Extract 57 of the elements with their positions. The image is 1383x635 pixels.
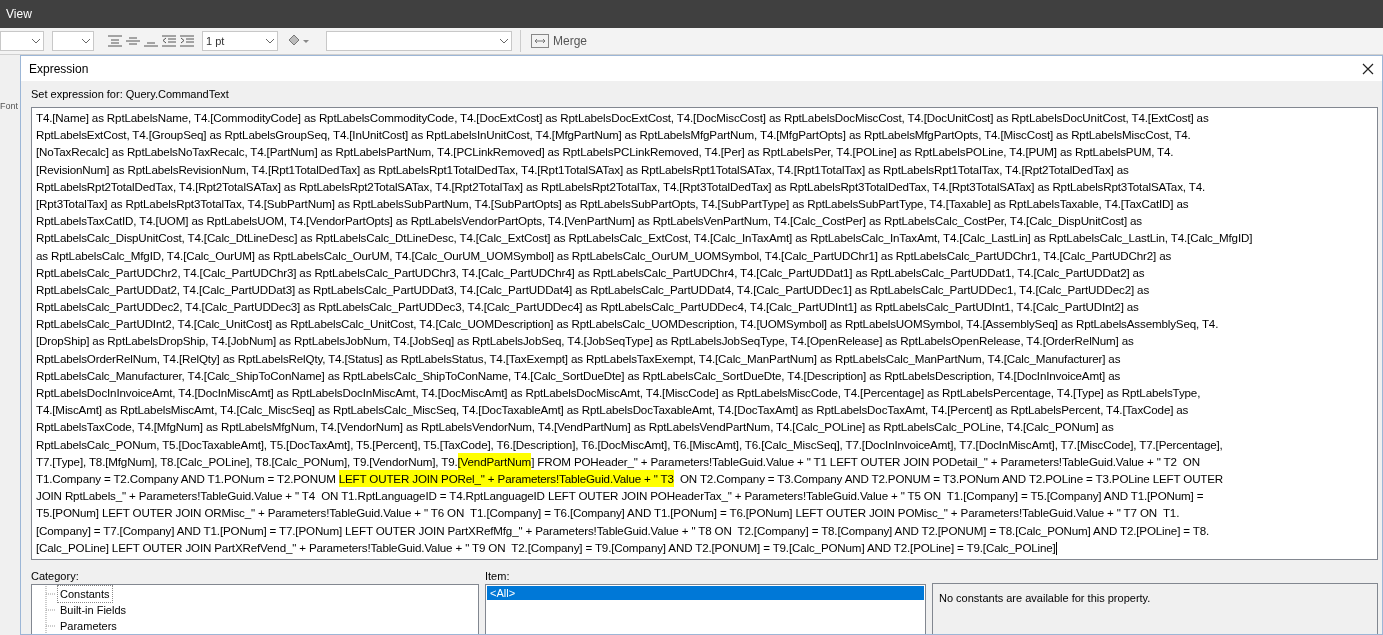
tree-connector-icon bbox=[44, 586, 58, 602]
expression-line: JOIN RptLabels_" + Parameters!TableGuid.Value + " T4 ON T1.RptLanguageID = T4.RptLanguageID LEFT OUTER JOIN POHeaderTax_" + Parameters!TableGuid.Value + " T5 ON T1.[Company] = T5.[Company] AND T1.[PONum] = bbox=[36, 488, 1205, 505]
expression-line: RptLabelsRpt2TotalDedTax, T4.[Rpt2TotalSATax] as RptLabelsRpt2TotalSATax, T4.[Rpt2TotalTax] as RptLabelsRpt2TotalTax, T4.[Rpt3TotalDedTax] as RptLabelsRpt3TotalDedTax, T4.[Rpt3TotalSATax] as RptLabelsRpt3TotalSATax, T4. bbox=[36, 178, 1206, 195]
description-text: No constants are available for this property. bbox=[939, 591, 1152, 606]
expression-line: T4.[MiscAmt] as RptLabelsMiscAmt, T4.[Calc_MiscSeq] as RptLabelsCalc_MiscSeq, T4.[DocTaxableAmt] as RptLabelsDocTaxableAmt, T4.[DocTaxAmt] as RptLabelsDocTaxAmt, T4.[Percent] as RptLabelsPercent, T4.[TaxCode] as bbox=[36, 402, 1190, 419]
expression-line: as RptLabelsCalc_MfgID, T4.[Calc_OurUM] as RptLabelsCalc_OurUM, T4.[Calc_OurUM_UOMSymbol] as RptLabelsCalc_OurUM_UOMSymbol, T4.[Calc_PartUDChr1] as RptLabelsCalc_PartUDChr1, T4.[Calc_PartUDChr2] as bbox=[36, 247, 1173, 264]
expression-line: [Calc_POLine] LEFT OUTER JOIN PartXRefVend_" + Parameters!TableGuid.Value + " T9 ON T2.[Company] = T9.[Company] AND T2.[PONUM] = T9.[Calc_PONum] AND T2.[POLine] = T9.[Calc_POLine] bbox=[36, 539, 1058, 556]
expression-line: [RevisionNum] as RptLabelsRevisionNum, T4.[Rpt1TotalDedTax] as RptLabelsRpt1TotalDedTax, T4.[Rpt1TotalSATax] as RptLabelsRpt1TotalSATax, T4.[Rpt1TotalTax] as RptLabelsRpt1TotalTax, T4.[Rpt2TotalDedTax] as bbox=[36, 161, 1130, 178]
expression-line: [DropShip] as RptLabelsDropShip, T4.[JobNum] as RptLabelsJobNum, T4.[JobSeq] as RptLabelsJobSeq, T4.[JobSeqType] as RptLabelsJobSeqType, T4.[OpenRelease] as RptLabelsOpenRelease, T4.[OrderRelNum] as bbox=[36, 333, 1135, 350]
item-list[interactable]: <All> bbox=[485, 584, 926, 634]
expression-line: RptLabelsCalc_PartUDChr2, T4.[Calc_PartUDChr3] as RptLabelsCalc_PartUDChr3, T4.[Calc_PartUDChr4] as RptLabelsCalc_PartUDChr4, T4.[Calc_PartUDDat1] as RptLabelsCalc_PartUDDat1, T4.[Calc_PartUDDat2] as bbox=[36, 264, 1146, 281]
expression-line: RptLabelsCalc_PartUDDat2, T4.[Calc_PartUDDat3] as RptLabelsCalc_PartUDDat3, T4.[Calc_PartUDDat4] as RptLabelsCalc_PartUDDat4, T4.[Calc_PartUDDec1] as RptLabelsCalc_PartUDDec1, T4.[Calc_PartUDDec2] as bbox=[36, 281, 1151, 298]
chevron-down-icon bbox=[82, 38, 90, 44]
expression-line: RptLabelsTaxCode, T4.[MfgNum] as RptLabelsMfgNum, T4.[VendorNum] as RptLabelsVendorNum, T4.[VendPartNum] as RptLabelsVendPartNum, T4.[Calc_POLine] as RptLabelsCalc_POLine, T4.[Calc_PONum] as bbox=[36, 419, 1115, 436]
expression-prompt: Set expression for: Query.CommandText bbox=[30, 86, 230, 102]
category-label: Category: bbox=[31, 569, 80, 584]
category-tree[interactable]: Constants Built-in Fields Parameters bbox=[31, 584, 479, 634]
item-label: Item: bbox=[485, 569, 511, 584]
size-dropdown[interactable] bbox=[52, 31, 94, 51]
expression-line: RptLabelsTaxCatID, T4.[UOM] as RptLabelsUOM, T4.[VendorPartOpts] as RptLabelsVendorPartOpts, T4.[VenPartNum] as RptLabelsVenPartNum, T4.[Calc_CostPer] as RptLabelsCalc_CostPer, T4.[Calc_DispUnitCost] as bbox=[36, 213, 1143, 230]
expression-editor[interactable] bbox=[31, 107, 1378, 560]
outdent-icon[interactable] bbox=[162, 35, 176, 47]
expression-line: RptLabelsCalc_PartUDDec2, T4.[Calc_PartUDDec3] as RptLabelsCalc_PartUDDec3, T4.[Calc_PartUDDec4] as RptLabelsCalc_PartUDDec4, T4.[Calc_PartUDInt1] as RptLabelsCalc_PartUDInt1, T4.[Calc_PartUDInt2] as bbox=[36, 299, 1140, 316]
style-dropdown[interactable] bbox=[326, 31, 512, 51]
expression-line: T4.[Name] as RptLabelsName, T4.[CommodityCode] as RptLabelsCommodityCode, T4.[DocExtCost] as RptLabelsDocExtCost, T4.[DocMiscCost] as RptLabelsDocMiscCost, T4.[DocUnitCost] as RptLabelsDocUnitCost, T4.[ExtCost] as bbox=[36, 110, 1210, 126]
menu-item[interactable]: View bbox=[6, 5, 32, 23]
indent-icon[interactable] bbox=[180, 35, 194, 47]
expression-line: T5.[PONum] LEFT OUTER JOIN ORMisc_" + Parameters!TableGuid.Value + " T6 ON T1.[Company] = T6.[Company] AND T1.[PONum] = T6.[PONum] LEFT OUTER JOIN POMisc_" + Parameters!TableGuid.Value + " T7 ON T1. bbox=[36, 505, 1181, 522]
merge-cells-icon bbox=[531, 34, 549, 48]
expression-line: T1.Company = T2.Company AND T1.PONum = T2.PONUM LEFT OUTER JOIN PORel_" + Parameters!TableGuid.Value + " T3 ON T2.Company = T3.Company AND T2.PONUM = T3.PONum AND T2.POLine = T3.POLine LEFT OUTER bbox=[36, 469, 1225, 488]
category-item[interactable]: Constants bbox=[58, 585, 112, 603]
dialog-title: Expression bbox=[29, 60, 89, 78]
close-icon[interactable] bbox=[1362, 62, 1374, 75]
align-top-icon[interactable] bbox=[108, 35, 122, 47]
category-item[interactable]: Built-in Fields bbox=[58, 601, 129, 619]
chevron-down-icon bbox=[266, 38, 274, 44]
expression-line: RptLabelsCalc_DispUnitCost, T4.[Calc_DtLineDesc] as RptLabelsCalc_DtLineDesc, T4.[Calc_ExtCost] as RptLabelsCalc_ExtCost, T4.[Calc_InTaxAmt] as RptLabelsCalc_InTaxAmt, T4.[Calc_LastLin] as RptLabelsCalc_LastLin, T4.[Calc_MfgID] bbox=[36, 230, 1254, 247]
expression-line: [Company] = T7.[Company] AND T1.[PONum] = T7.[PONum] LEFT OUTER JOIN PartXRefMfg_" + Parameters!TableGuid.Value + " T8 ON T2.[Company] = T8.[Company] AND T2.[PONUM] = T8.[Calc_PONum] AND T2.[POLine] = T8. bbox=[36, 522, 1211, 539]
chevron-down-icon bbox=[500, 38, 508, 44]
expression-line: [NoTaxRecalc] as RptLabelsNoTaxRecalc, T4.[PartNum] as RptLabelsPartNum, T4.[PCLinkRemoved] as RptLabelsPCLinkRemoved, T4.[Per] as RptLabelsPer, T4.[POLine] as RptLabelsPOLine, T4.[PUM] as RptLabelsPUM, T4. bbox=[36, 144, 1175, 161]
category-item[interactable]: Parameters bbox=[58, 617, 119, 635]
item-list-entry[interactable]: <All> bbox=[487, 586, 924, 600]
font-dropdown[interactable] bbox=[0, 31, 44, 51]
expression-line: RptLabelsOrderRelNum, T4.[RelQty] as RptLabelsRelQty, T4.[Status] as RptLabelsStatus, T4.[TaxExempt] as RptLabelsTaxExempt, T4.[Calc_ManPartNum] as RptLabelsCalc_ManPartNum, T4.[Calc_Manufacturer] as bbox=[36, 350, 1122, 367]
expression-line: RptLabelsCalc_PONum, T5.[DocTaxableAmt], T5.[DocTaxAmt], T5.[Percent], T5.[TaxCode], T6.[Description], T6.[DocMiscAmt], T6.[MiscAmt], T6.[Calc_MiscSeq], T7.[DocInInvoiceAmt], T7.[DocInMiscAmt], T7.[MiscCode], T7.[Percentage], bbox=[36, 436, 1224, 453]
expression-line: [Rpt3TotalTax] as RptLabelsRpt3TotalTax, T4.[SubPartNum] as RptLabelsSubPartNum, T4.[SubPartOpts] as RptLabelsSubPartOpts, T4.[SubPartType] as RptLabelsSubPartType, T4.[Taxable] as RptLabelsTaxable, T4.[TaxCatID] as bbox=[36, 195, 1190, 212]
chevron-down-icon bbox=[32, 38, 40, 44]
merge-button[interactable]: Merge bbox=[529, 32, 589, 50]
font-group-label: Font bbox=[0, 100, 19, 113]
expression-line: RptLabelsDocInInvoiceAmt, T4.[DocInMiscAmt] as RptLabelsDocInMiscAmt, T4.[DocMiscAmt] as RptLabelsDocMiscAmt, T4.[MiscCode] as RptLabelsMiscCode, T4.[Percentage] as RptLabelsPercentage, T4.[Type] as RptLabelsType, bbox=[36, 385, 1202, 401]
tree-connector-icon bbox=[44, 618, 58, 634]
line-width-dropdown[interactable]: 1 pt bbox=[202, 31, 278, 51]
tree-connector-icon bbox=[44, 602, 58, 618]
align-middle-icon[interactable] bbox=[126, 35, 140, 47]
expression-line: RptLabelsExtCost, T4.[GroupSeq] as RptLabelsGroupSeq, T4.[InUnitCost] as RptLabelsInUnitCost, T4.[MfgPartNum] as RptLabelsMfgPartNum, T4.[MfgPartOpts] as RptLabelsMfgPartOpts, T4.[MiscCost] as RptLabelsMiscCost, T4. bbox=[36, 127, 1192, 144]
expression-line: RptLabelsCalc_Manufacturer, T4.[Calc_ShipToConName] as RptLabelsCalc_ShipToConName, T4.[Calc_SortDueDte] as RptLabelsCalc_SortDueDte, T4.[Description] as RptLabelsDescription, T4.[DocInInvoiceAmt] as bbox=[36, 367, 1122, 384]
expression-line: RptLabelsCalc_PartUDInt2, T4.[Calc_UnitCost] as RptLabelsCalc_UnitCost, T4.[Calc_UOMDescription] as RptLabelsCalc_UOMDescription, T4.[UOMSymbol] as RptLabelsUOMSymbol, T4.[AssemblySeq] as RptLabelsAssemblySeq, T4. bbox=[36, 316, 1220, 333]
